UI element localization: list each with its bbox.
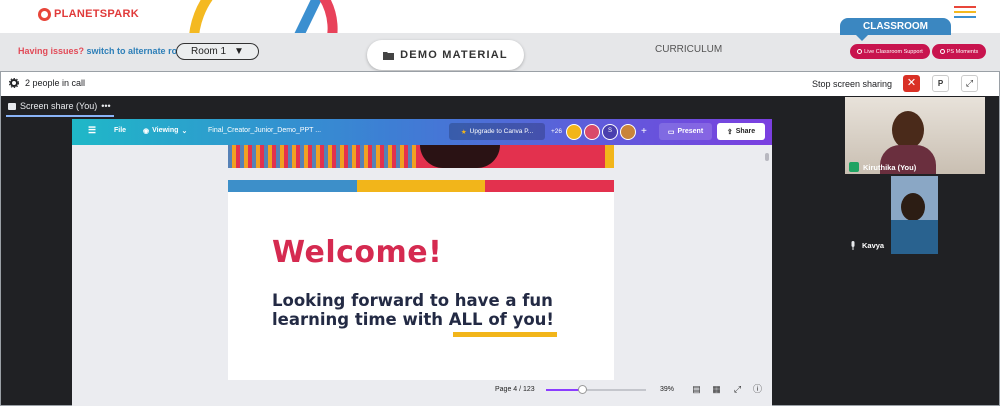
zoom-slider-fill <box>546 389 582 391</box>
add-collaborator-icon[interactable]: + <box>641 126 647 137</box>
participant-video <box>901 193 925 221</box>
alternate-room-link[interactable]: switch to alternate room <box>87 46 191 56</box>
screen-share-tab[interactable]: Screen share (You) ••• <box>8 101 111 111</box>
avatar <box>584 123 601 140</box>
logo-mark-icon <box>38 7 51 21</box>
canva-viewing-menu[interactable]: ◉ Viewing ⌄ <box>143 127 187 135</box>
people-count-label: 2 people in call <box>25 78 86 88</box>
gear-icon <box>9 78 19 88</box>
chevron-down-icon: ⌄ <box>181 128 188 135</box>
stop-sharing-close-button[interactable]: ✕ <box>903 75 920 92</box>
room-select[interactable]: Room 1 ▼ <box>176 43 259 60</box>
slide-stripe-blue <box>228 180 357 192</box>
canva-menu-icon[interactable]: ☰ <box>88 125 96 136</box>
avatar: S <box>602 123 619 140</box>
help-icon[interactable]: ⓘ <box>752 384 763 395</box>
participant-name-tag: Kiruthika (You) <box>849 162 916 172</box>
fullscreen-icon[interactable]: ⤢ <box>732 384 743 395</box>
collaborator-count: +26 <box>551 128 563 135</box>
avatar <box>620 123 637 140</box>
zoom-slider-handle[interactable] <box>577 385 587 394</box>
canva-file-menu[interactable]: File <box>114 127 126 134</box>
demo-material-label: DEMO MATERIAL <box>400 49 508 61</box>
canva-share-button[interactable]: ⇪ Share <box>717 123 765 140</box>
eye-icon: ◉ <box>143 128 150 135</box>
more-options-icon[interactable]: ••• <box>101 101 110 111</box>
camera-icon <box>939 49 945 54</box>
viewing-label: Viewing <box>152 127 179 134</box>
page-indicator: Page 4 / 123 <box>495 386 535 393</box>
slide-text-line-1: Looking forward to have a fun <box>272 291 553 310</box>
participant-tile-kavya[interactable] <box>891 176 938 254</box>
slide-stripe-yellow <box>357 180 485 192</box>
curriculum-tab[interactable]: CURRICULUM <box>655 44 722 55</box>
stop-screen-sharing-label: Stop screen sharing <box>812 79 893 89</box>
upgrade-canva-button[interactable]: ★ Upgrade to Canva P... <box>449 123 545 140</box>
present-icon: ▭ <box>667 128 675 136</box>
upgrade-label: Upgrade to Canva P... <box>469 128 534 135</box>
folder-icon <box>383 51 395 60</box>
brand-name: PLANETSPARK <box>54 8 139 20</box>
app-root: PLANETSPARK Having issues? switch to alt… <box>0 0 1000 406</box>
speaking-indicator-icon <box>849 162 859 172</box>
support-icon <box>857 49 863 54</box>
room-select-value: Room 1 <box>191 46 227 57</box>
demo-material-button[interactable]: DEMO MATERIAL <box>367 40 524 70</box>
present-label: Present <box>677 128 704 135</box>
participant-video <box>892 111 924 149</box>
microphone-icon <box>851 241 855 250</box>
participant-video-body <box>891 220 938 254</box>
expand-icon[interactable]: ⤢ <box>961 75 978 92</box>
issues-text: Having issues? <box>18 46 85 56</box>
active-tab-indicator <box>6 115 114 117</box>
previous-slide-pattern <box>228 145 418 168</box>
screen-share-icon <box>8 102 16 110</box>
share-icon: ⇪ <box>726 128 733 136</box>
ps-moments-label: PS Moments <box>946 48 979 55</box>
screen-share-label: Screen share (You) <box>20 101 98 111</box>
grid-view-icon[interactable]: ▦ <box>711 384 722 395</box>
hamburger-menu-icon[interactable] <box>954 6 976 20</box>
classroom-tab[interactable]: CLASSROOM <box>840 18 951 41</box>
people-in-call[interactable]: 2 people in call <box>9 78 85 88</box>
zoom-level[interactable]: 39% <box>660 386 674 393</box>
ps-moments-button[interactable]: PS Moments <box>932 44 986 59</box>
slide-text-line-2: learning time with ALL of you! <box>272 310 554 329</box>
share-label: Share <box>735 128 756 135</box>
previous-slide-accent <box>605 145 614 168</box>
crown-icon: ★ <box>460 128 467 136</box>
previous-slide-image <box>420 145 500 168</box>
participant-name-tag: Kavya <box>850 241 884 250</box>
canva-present-button[interactable]: ▭ Present <box>659 123 712 140</box>
canva-doc-title[interactable]: Final_Creator_Junior_Demo_PPT ... <box>208 127 321 134</box>
notes-icon[interactable]: ▤ <box>691 384 702 395</box>
live-support-button[interactable]: Live Classroom Support <box>850 44 930 59</box>
dropdown-arrow-icon: ▼ <box>234 46 244 57</box>
slide-stripe-pink <box>485 180 614 192</box>
slide-underline <box>453 332 557 337</box>
present-p-button[interactable]: P <box>932 75 949 92</box>
planetspark-logo[interactable]: PLANETSPARK <box>38 5 139 23</box>
participant-name: Kavya <box>862 241 885 250</box>
issues-notice: Having issues? switch to alternate room <box>18 46 191 56</box>
collaborator-avatars[interactable]: +26 S + <box>551 121 647 142</box>
avatar <box>566 123 583 140</box>
canva-scrollbar[interactable] <box>765 153 769 161</box>
slide-page[interactable] <box>228 180 614 380</box>
slide-welcome-heading: Welcome! <box>272 235 443 270</box>
live-support-label: Live Classroom Support <box>864 48 923 55</box>
participant-name: Kiruthika (You) <box>863 162 917 172</box>
